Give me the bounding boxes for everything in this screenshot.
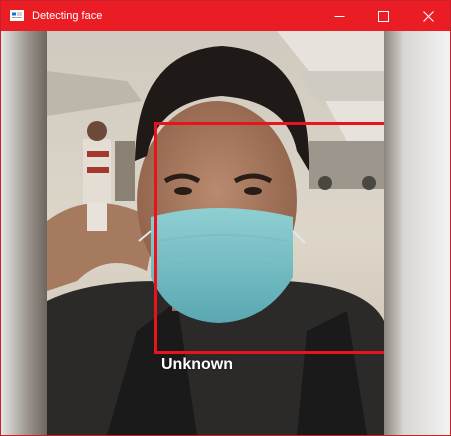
face-identity-label: Unknown (161, 356, 233, 373)
camera-frame: Unknown (47, 31, 384, 435)
minimize-button[interactable] (317, 1, 361, 31)
video-panel: Unknown (1, 31, 450, 435)
close-icon (422, 10, 434, 22)
face-bounding-box (154, 122, 384, 354)
blurred-edge-right (384, 31, 450, 435)
title-bar[interactable]: Detecting face (1, 1, 450, 31)
blurred-edge-left (1, 31, 47, 435)
maximize-icon (377, 10, 389, 22)
window-title: Detecting face (32, 10, 103, 22)
app-window: Detecting face Unknown (0, 0, 451, 436)
minimize-icon (334, 15, 344, 17)
app-icon (10, 10, 24, 21)
close-button[interactable] (406, 1, 450, 31)
maximize-button[interactable] (361, 1, 405, 31)
